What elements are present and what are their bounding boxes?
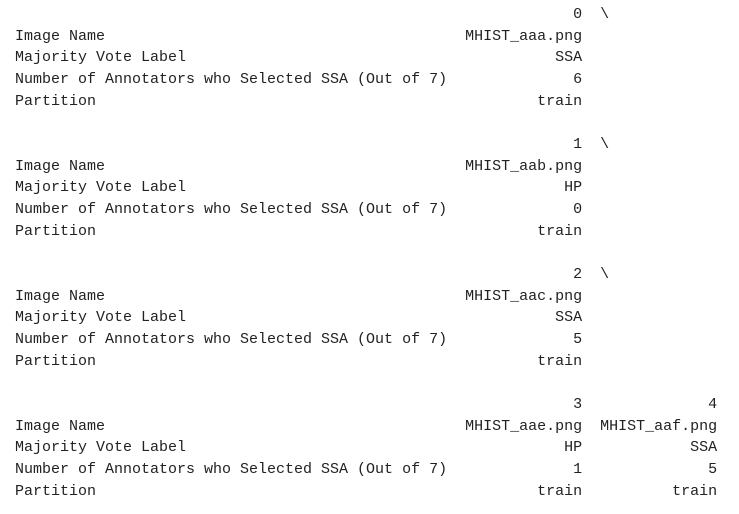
table-row: Majority Vote Label HP — [15, 177, 717, 199]
cell-value: 1 — [573, 461, 583, 479]
cell-value: HP — [564, 179, 583, 197]
row-label-spacer — [15, 134, 447, 156]
row-label: Image Name — [15, 27, 106, 45]
cell-value: 0 — [573, 201, 583, 219]
cell-value: MHIST_aae.png — [465, 417, 583, 435]
row-label: Partition — [15, 482, 97, 500]
cell-value: 5 — [708, 461, 718, 479]
table-row: Majority Vote Label SSA — [15, 47, 717, 69]
table-row: Partition train — [15, 91, 717, 113]
row-label: Majority Vote Label — [15, 49, 187, 67]
table-row: Image Name MHIST_aac.png — [15, 286, 717, 308]
table-row: Image Name MHIST_aaa.png — [15, 26, 717, 48]
row-label: Partition — [15, 92, 97, 110]
table-row: Partition train — [15, 221, 717, 243]
cell-value: MHIST_aab.png — [465, 157, 583, 175]
table-row: Number of Annotators who Selected SSA (O… — [15, 329, 717, 351]
continuation-marker: \ — [600, 266, 610, 284]
table-row: Partition train — [15, 351, 717, 373]
row-label: Partition — [15, 222, 97, 240]
row-label-spacer — [15, 394, 447, 416]
dataframe-block: 1 \ Image Name MHIST_aab.png Majority Vote L… — [15, 134, 717, 264]
cell-value: train — [537, 482, 583, 500]
table-row: Image Name MHIST_aae.png MHIST_aaf.png — [15, 416, 717, 438]
header-row: 2 \ — [15, 264, 717, 286]
cell-value: SSA — [555, 309, 583, 327]
row-label: Partition — [15, 352, 97, 370]
row-label: Number of Annotators who Selected SSA (O… — [15, 461, 448, 479]
continuation-marker: \ — [600, 136, 610, 154]
cell-value: SSA — [555, 49, 583, 67]
row-label-spacer — [15, 4, 447, 26]
cell-value: HP — [564, 439, 583, 457]
cell-value: SSA — [690, 439, 718, 457]
column-header: 4 — [708, 396, 718, 414]
column-header: 2 — [573, 266, 583, 284]
dataframe-block: 0 \ Image Name MHIST_aaa.png Majority Vote L… — [15, 4, 717, 134]
table-row: Number of Annotators who Selected SSA (O… — [15, 459, 717, 481]
table-row: Number of Annotators who Selected SSA (O… — [15, 69, 717, 91]
header-row: 34 — [15, 394, 717, 416]
column-header: 1 — [573, 136, 583, 154]
row-label: Number of Annotators who Selected SSA (O… — [15, 71, 448, 89]
header-row: 0 \ — [15, 4, 717, 26]
column-header: 0 — [573, 6, 583, 23]
header-row: 1 \ — [15, 134, 717, 156]
row-label: Image Name — [15, 287, 106, 305]
column-header: 3 — [573, 396, 583, 414]
cell-value: MHIST_aaf.png — [600, 417, 718, 435]
row-label: Image Name — [15, 157, 106, 175]
table-row: Number of Annotators who Selected SSA (O… — [15, 199, 717, 221]
dataframe-output: 0 \ Image Name MHIST_aaa.png Majority Vote L… — [15, 4, 717, 502]
cell-value: 6 — [573, 71, 583, 89]
row-label: Majority Vote Label — [15, 179, 187, 197]
continuation-marker: \ — [600, 6, 610, 23]
cell-value: 5 — [573, 331, 583, 349]
row-label: Image Name — [15, 417, 106, 435]
table-row: Majority Vote Label HP SSA — [15, 437, 717, 459]
table-row: Partition train train — [15, 481, 717, 503]
row-label: Number of Annotators who Selected SSA (O… — [15, 331, 448, 349]
row-label-spacer — [15, 264, 447, 286]
cell-value: MHIST_aaa.png — [465, 27, 583, 45]
row-label: Number of Annotators who Selected SSA (O… — [15, 201, 448, 219]
dataframe-block: 3 4 Image Name MHIST_aae.png MHIST_aaf.png Ma… — [15, 394, 717, 502]
row-label: Majority Vote Label — [15, 309, 187, 327]
table-row: Majority Vote Label SSA — [15, 307, 717, 329]
cell-value: train — [672, 482, 718, 500]
table-row: Image Name MHIST_aab.png — [15, 156, 717, 178]
row-label: Majority Vote Label — [15, 439, 187, 457]
cell-value: train — [537, 92, 583, 110]
cell-value: MHIST_aac.png — [465, 287, 583, 305]
cell-value: train — [537, 352, 583, 370]
dataframe-block: 2 \ Image Name MHIST_aac.png Majority Vote L… — [15, 264, 717, 394]
cell-value: train — [537, 222, 583, 240]
